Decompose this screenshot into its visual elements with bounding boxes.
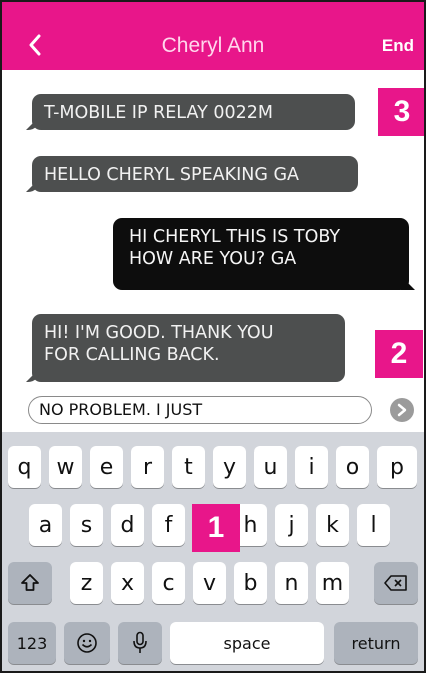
key-b[interactable]: b <box>234 562 267 604</box>
message-input[interactable]: NO PROBLEM. I JUST <box>28 396 372 424</box>
microphone-key[interactable] <box>118 622 162 664</box>
key-v[interactable]: v <box>193 562 226 604</box>
key-l[interactable]: l <box>357 504 390 546</box>
contact-name: Cheryl Ann <box>161 34 265 57</box>
shift-icon <box>21 574 39 591</box>
message-line: HI! I'M GOOD. THANK YOU <box>44 323 274 343</box>
key-f[interactable]: f <box>152 504 185 546</box>
message-outgoing: HI CHERYL THIS IS TOBY HOW ARE YOU? GA <box>113 218 409 290</box>
key-k[interactable]: k <box>316 504 349 546</box>
key-u[interactable]: u <box>254 446 287 488</box>
numbers-key[interactable]: 123 <box>8 622 56 664</box>
shift-key[interactable] <box>8 562 52 604</box>
phone-screen: Cheryl Ann End T-MOBILE IP RELAY 0022M H… <box>0 0 426 673</box>
message-line: HI CHERYL THIS IS TOBY <box>129 227 341 247</box>
emoji-key[interactable] <box>64 622 110 664</box>
key-r[interactable]: r <box>131 446 164 488</box>
key-y[interactable]: y <box>213 446 246 488</box>
key-c[interactable]: c <box>152 562 185 604</box>
message-incoming: HELLO CHERYL SPEAKING GA <box>32 156 358 192</box>
space-key[interactable]: space <box>170 622 324 664</box>
send-button[interactable] <box>390 398 414 422</box>
key-j[interactable]: j <box>275 504 308 546</box>
key-i[interactable]: i <box>295 446 328 488</box>
end-call-button[interactable]: End <box>382 36 414 56</box>
key-s[interactable]: s <box>70 504 103 546</box>
delete-key[interactable] <box>374 562 418 604</box>
message-line: FOR CALLING BACK. <box>44 345 220 365</box>
key-p[interactable]: p <box>377 446 417 488</box>
chat-header: Cheryl Ann End <box>2 2 424 70</box>
callout-badge-3: 3 <box>378 88 424 136</box>
message-line: HOW ARE YOU? GA <box>129 249 297 269</box>
message-line: HELLO CHERYL SPEAKING GA <box>44 165 299 185</box>
key-t[interactable]: t <box>172 446 205 488</box>
callout-badge-1: 1 <box>192 504 240 552</box>
callout-badge-2: 2 <box>375 330 423 378</box>
key-e[interactable]: e <box>90 446 123 488</box>
return-key[interactable]: return <box>334 622 418 664</box>
message-incoming: T-MOBILE IP RELAY 0022M <box>32 94 355 130</box>
send-arrow-icon <box>397 403 407 417</box>
key-q[interactable]: q <box>8 446 41 488</box>
message-list: T-MOBILE IP RELAY 0022M HELLO CHERYL SPE… <box>2 70 424 392</box>
key-z[interactable]: z <box>70 562 103 604</box>
key-o[interactable]: o <box>336 446 369 488</box>
message-incoming: HI! I'M GOOD. THANK YOU FOR CALLING BACK… <box>32 314 345 382</box>
compose-row: NO PROBLEM. I JUST <box>2 392 424 430</box>
key-a[interactable]: a <box>29 504 62 546</box>
key-w[interactable]: w <box>49 446 82 488</box>
emoji-icon <box>77 633 97 653</box>
microphone-icon <box>133 631 147 653</box>
key-m[interactable]: m <box>316 562 349 604</box>
key-n[interactable]: n <box>275 562 308 604</box>
message-line: T-MOBILE IP RELAY 0022M <box>44 103 273 123</box>
key-d[interactable]: d <box>111 504 144 546</box>
keyboard: q w e r t y u i o p a s d f g h j k l 1 … <box>2 432 424 671</box>
key-x[interactable]: x <box>111 562 144 604</box>
delete-icon <box>384 575 407 591</box>
